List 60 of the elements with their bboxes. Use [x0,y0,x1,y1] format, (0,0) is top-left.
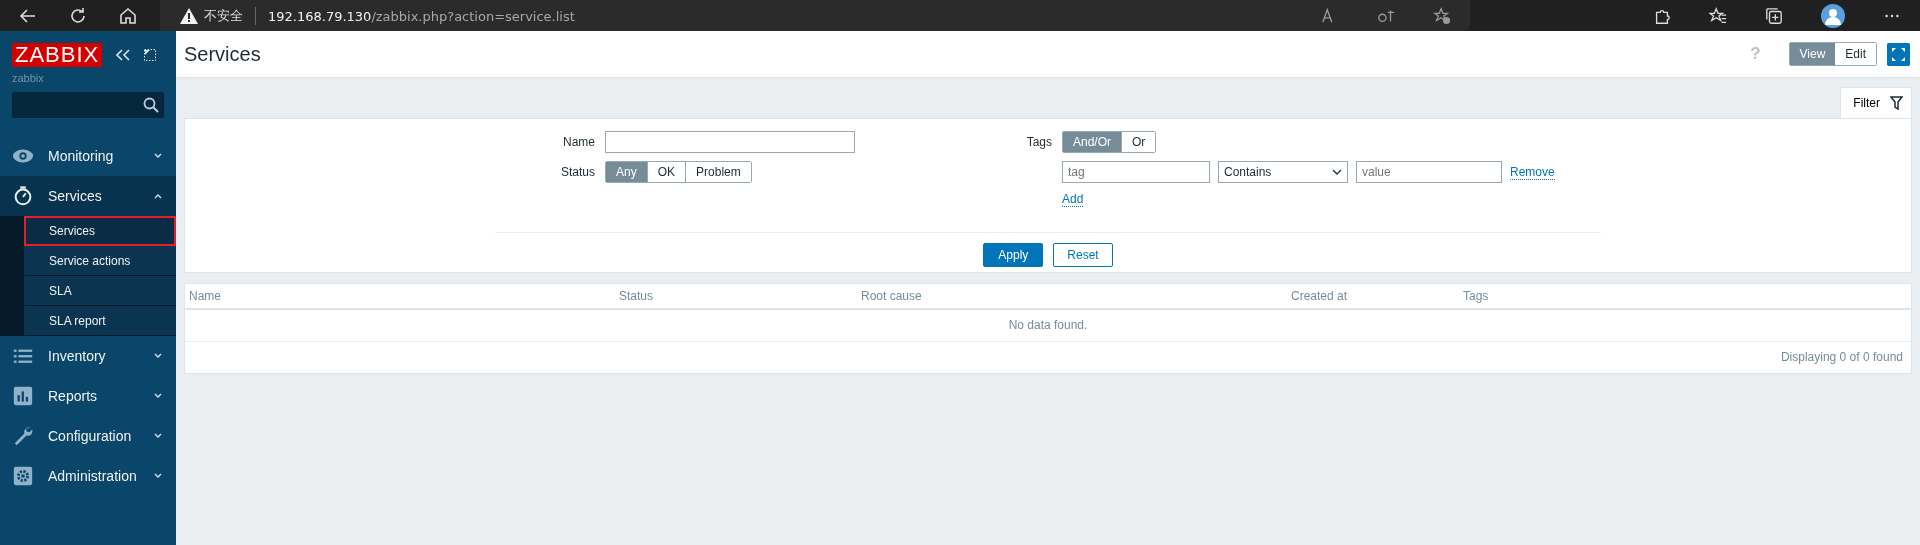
search-field[interactable] [12,92,164,118]
reset-button[interactable]: Reset [1053,243,1113,267]
menu-item[interactable]: Inventory [0,336,176,376]
caret-icon [154,433,162,439]
logo[interactable]: ZABBIX [12,43,103,67]
submenu-item[interactable]: SLA [24,276,176,306]
column-header[interactable]: Status [619,289,861,303]
column-header[interactable]: Tags [1463,289,1911,303]
url-field[interactable]: 192.168.79.130/zabbix.php?action=service.list [268,6,575,25]
menu-item[interactable]: Administration [0,456,176,496]
favorites-icon[interactable] [1709,6,1727,25]
apply-button[interactable]: Apply [983,243,1044,267]
avatar-icon[interactable] [1821,3,1845,28]
remove-link[interactable]: Remove [1510,164,1555,180]
reload-icon[interactable] [68,5,88,26]
submenu-item[interactable]: SLA report [24,306,176,336]
operator-dropdown[interactable]: Contains [1218,161,1348,183]
add-link[interactable]: Add [1062,192,1084,207]
tags-option[interactable]: Or [1121,132,1156,152]
field-label: Name [562,135,595,149]
menu-item[interactable]: Configuration [0,416,176,456]
wrench-icon [12,425,34,447]
chevron-icon [1332,169,1342,175]
server-name: zabbix [11,71,45,84]
add-favorite-icon[interactable] [1433,6,1451,25]
column-header[interactable]: Root cause [861,289,1291,303]
stopwatch-icon [12,185,34,207]
collapse-icon[interactable] [116,49,131,61]
caret-icon [154,393,162,399]
caret-icon [154,473,162,479]
menu-item[interactable]: Services [0,176,176,216]
search-icon[interactable] [143,97,159,113]
value-field[interactable]: value [1356,161,1502,183]
submenu-item[interactable]: Service actions [24,246,176,276]
status-option[interactable]: Problem [685,162,751,182]
home-icon[interactable] [118,5,138,26]
collections-icon[interactable] [1765,6,1783,25]
field-label: Tags [1025,135,1052,149]
empty-message: No data found. [185,310,1911,342]
chart-icon [12,385,34,407]
page-title: Services [184,42,262,66]
result-count: Displaying 0 of 0 found [1779,349,1904,366]
filter-tab[interactable]: Filter [1840,87,1912,118]
gear-icon [12,465,34,487]
warning-icon[interactable] [180,7,198,24]
column-header[interactable]: Name [189,289,619,303]
submenu-item[interactable]: Services [24,216,176,246]
column-header[interactable]: Created at [1291,289,1463,303]
fullscreen-button[interactable] [1887,42,1910,66]
filter-icon [1890,96,1903,110]
caret-icon [154,153,162,159]
tag-field[interactable]: tag [1062,161,1210,183]
caret-icon [154,353,162,359]
caret-icon [154,193,162,199]
menu-item[interactable]: Monitoring [0,136,176,176]
security-label[interactable]: 不安全 [204,6,256,25]
field-label: Status [559,165,595,179]
name-field[interactable] [605,131,855,153]
menu-item[interactable]: Reports [0,376,176,416]
expand-icon[interactable] [144,49,157,61]
